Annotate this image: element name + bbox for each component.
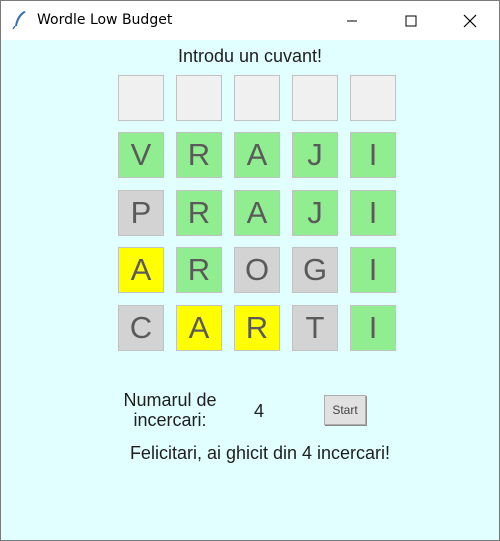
window-title: Wordle Low Budget (37, 12, 173, 28)
letter-tile (234, 75, 280, 121)
letter-tile: A (234, 132, 280, 178)
letter-tile: I (350, 132, 396, 178)
letter-tile: R (176, 190, 222, 236)
letter-tile: T (292, 305, 338, 351)
attempts-label: Numarul de incercari: (113, 390, 227, 430)
letter-tile: O (234, 247, 280, 293)
maximize-icon (405, 15, 417, 26)
letter-tile: J (292, 190, 338, 236)
letter-tile: I (350, 247, 396, 293)
letter-tile: V (118, 132, 164, 178)
letter-tile: R (234, 305, 280, 351)
letter-tile (350, 75, 396, 121)
letter-tile (118, 75, 164, 121)
letter-tile: R (176, 132, 222, 178)
app-window: Wordle Low Budget Introdu un cuvant! VRA… (0, 0, 500, 541)
start-button[interactable]: Start (324, 395, 366, 425)
letter-tile: I (350, 190, 396, 236)
letter-tile (176, 75, 222, 121)
close-icon (463, 14, 477, 27)
letter-tile: G (292, 247, 338, 293)
minimize-button[interactable] (323, 1, 381, 40)
minimize-icon (347, 20, 357, 21)
letter-tile: A (118, 247, 164, 293)
close-button[interactable] (441, 1, 499, 40)
letter-tile (292, 75, 338, 121)
attempts-label-line2: incercari: (133, 410, 207, 430)
letter-tile: P (118, 190, 164, 236)
attempts-label-line1: Numarul de (123, 390, 217, 410)
prompt-text: Introdu un cuvant! (177, 46, 323, 66)
result-message: Felicitari, ai ghicit din 4 incercari! (129, 443, 391, 463)
letter-tile: A (176, 305, 222, 351)
attempts-count: 4 (253, 401, 264, 421)
letter-tile: R (176, 247, 222, 293)
letter-tile: C (118, 305, 164, 351)
feather-icon (11, 10, 29, 30)
title-bar: Wordle Low Budget (1, 1, 499, 40)
letter-tile: A (234, 190, 280, 236)
maximize-button[interactable] (382, 1, 440, 40)
letter-tile: I (350, 305, 396, 351)
letter-tile: J (292, 132, 338, 178)
